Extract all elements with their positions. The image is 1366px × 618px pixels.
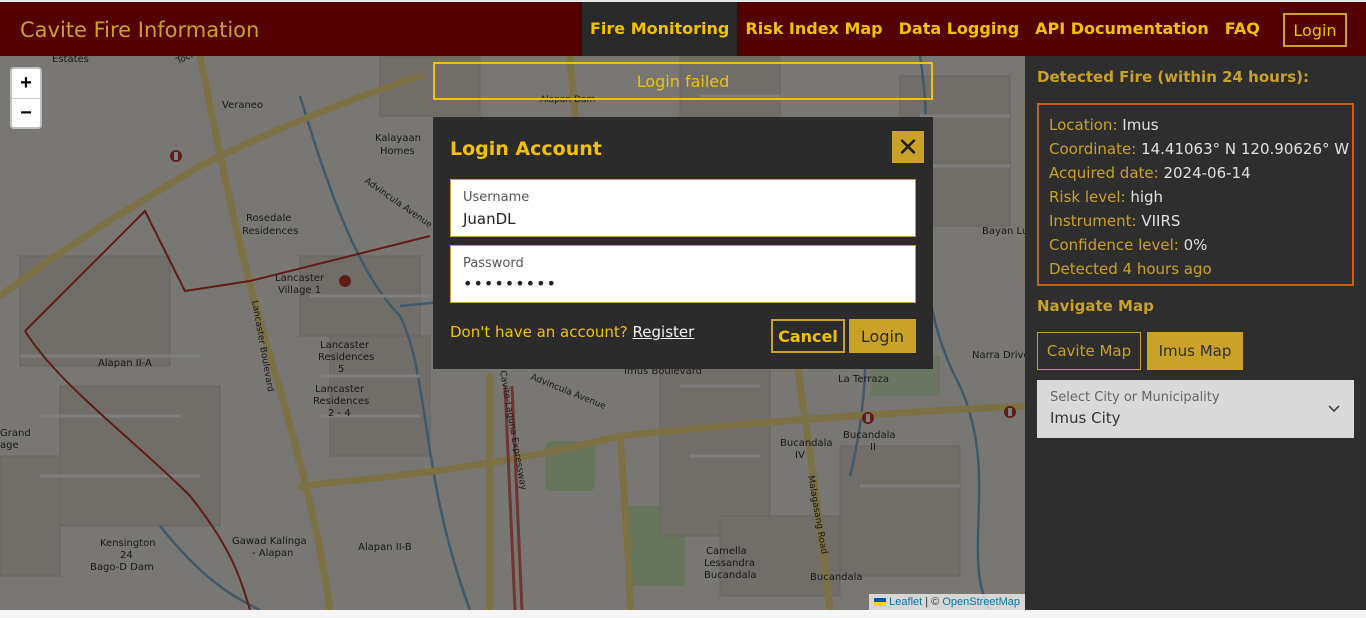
detected-fire-card: Location: Imus Coordinate: 14.41063° N 1… (1037, 103, 1354, 286)
username-input[interactable]: JuanDL (463, 210, 516, 228)
main-nav: Fire Monitoring Risk Index Map Data Logg… (582, 2, 1268, 56)
nav-risk-index-map[interactable]: Risk Index Map (737, 2, 890, 56)
username-field[interactable]: Username JuanDL (450, 179, 916, 237)
imus-map-button[interactable]: Imus Map (1147, 332, 1243, 370)
password-field[interactable]: Password ••••••••• (450, 245, 916, 303)
fire-location: Location: Imus (1049, 116, 1159, 134)
map-attribution: Leaflet | © OpenStreetMap (869, 594, 1025, 610)
page-footer-strip (0, 610, 1366, 618)
modal-title: Login Account (450, 138, 602, 160)
ukraine-flag-icon (874, 598, 887, 607)
fire-instrument: Instrument: VIIRS (1049, 212, 1181, 230)
detected-fire-heading: Detected Fire (within 24 hours): (1037, 68, 1310, 86)
nav-faq[interactable]: FAQ (1217, 2, 1268, 56)
zoom-control: + − (10, 67, 42, 129)
nav-data-logging[interactable]: Data Logging (891, 2, 1028, 56)
register-prompt: Don't have an account? Register (450, 323, 694, 341)
fire-acquired-date: Acquired date: 2024-06-14 (1049, 164, 1251, 182)
fire-confidence: Confidence level: 0% (1049, 236, 1208, 254)
cancel-button[interactable]: Cancel (771, 319, 845, 353)
password-input[interactable]: ••••••••• (463, 274, 557, 293)
password-label: Password (463, 256, 524, 271)
cavite-map-button[interactable]: Cavite Map (1037, 332, 1141, 370)
nav-api-documentation[interactable]: API Documentation (1027, 2, 1217, 56)
fire-detected-time: Detected 4 hours ago (1049, 260, 1212, 278)
attribution-separator: | © (922, 596, 943, 608)
info-panel: Detected Fire (within 24 hours): Locatio… (1025, 56, 1366, 610)
header-login-button[interactable]: Login (1283, 13, 1347, 47)
leaflet-link[interactable]: Leaflet (889, 596, 922, 608)
top-navbar: Cavite Fire Information Fire Monitoring … (0, 2, 1366, 56)
close-icon[interactable]: ✕ (892, 131, 924, 163)
openstreetmap-link[interactable]: OpenStreetMap (942, 596, 1020, 608)
nav-fire-monitoring[interactable]: Fire Monitoring (582, 2, 738, 56)
chevron-down-icon (1328, 405, 1340, 413)
login-modal: Login Account ✕ Username JuanDL Password… (433, 117, 933, 369)
select-value: Imus City (1050, 409, 1121, 427)
select-label: Select City or Municipality (1050, 390, 1220, 405)
username-label: Username (463, 190, 530, 205)
login-submit-button[interactable]: Login (849, 319, 916, 353)
brand-title[interactable]: Cavite Fire Information (20, 18, 259, 42)
fire-risk-level: Risk level: high (1049, 188, 1164, 206)
fire-coordinate: Coordinate: 14.41063° N 120.90626° W (1049, 140, 1350, 158)
login-failed-alert: Login failed (433, 62, 933, 100)
register-prompt-text: Don't have an account? (450, 323, 633, 341)
city-municipality-select[interactable]: Select City or Municipality Imus City (1037, 380, 1354, 438)
zoom-in-button[interactable]: + (12, 69, 40, 98)
register-link[interactable]: Register (633, 323, 695, 341)
navigate-map-heading: Navigate Map (1037, 297, 1154, 315)
zoom-out-button[interactable]: − (12, 98, 40, 127)
